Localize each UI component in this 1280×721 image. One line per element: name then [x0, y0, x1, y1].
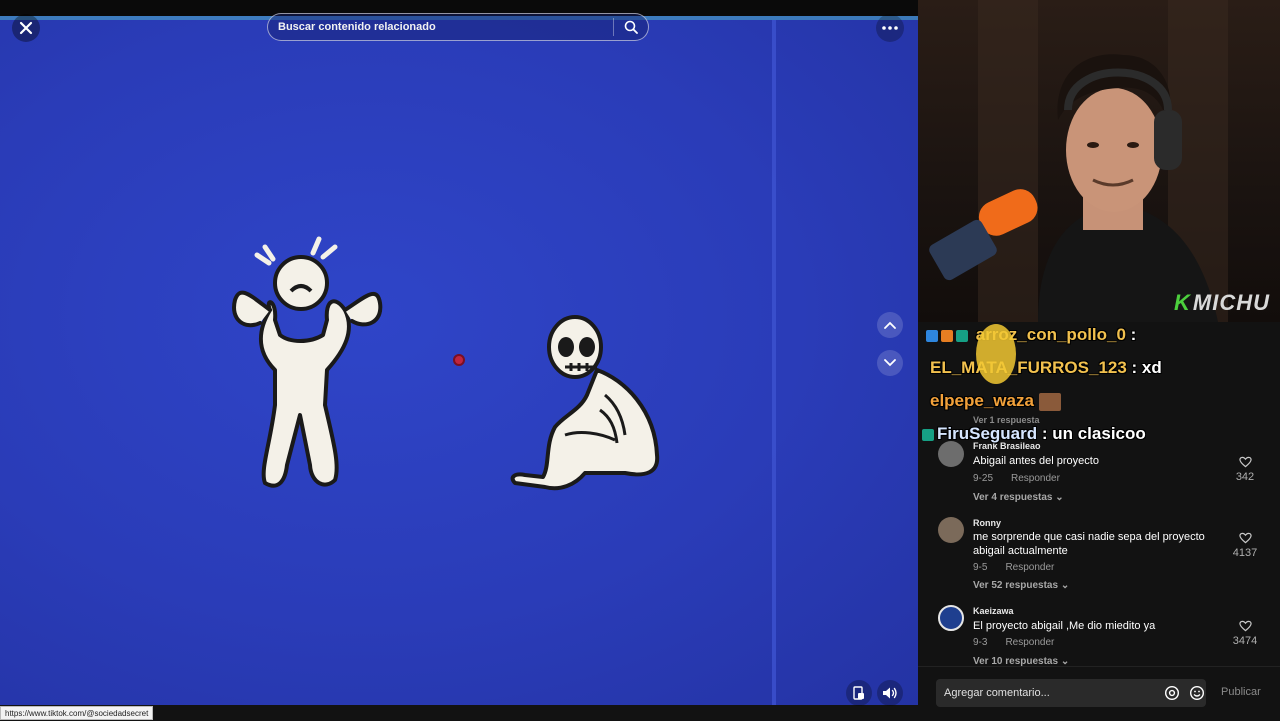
view-replies-link[interactable]: Ver 4 respuestas ⌄: [973, 492, 1064, 503]
status-url-tooltip: https://www.tiktok.com/@sociedadsecret: [0, 706, 154, 720]
chat-message: FiruSeguard : un clasicoo: [922, 424, 1146, 444]
video-glitch-column: [772, 20, 776, 705]
streamer-figure: [929, 54, 1218, 322]
search-input[interactable]: [268, 20, 613, 34]
reply-button[interactable]: Responder: [1005, 637, 1054, 648]
emoji-emote-icon: [976, 324, 1016, 384]
volume-button[interactable]: [877, 680, 903, 706]
chat-text: un clasicoo: [1047, 424, 1146, 443]
publish-button[interactable]: Publicar: [1221, 686, 1261, 698]
close-icon: [19, 21, 33, 35]
view-replies-label: Ver 4 respuestas: [973, 492, 1053, 503]
avatar[interactable]: [938, 605, 964, 631]
chat-separator: :: [1037, 424, 1048, 443]
comment-meta: 9-5 Responder: [973, 562, 1072, 573]
video-player[interactable]: [0, 0, 918, 705]
next-video-button[interactable]: [877, 350, 903, 376]
search-button[interactable]: [614, 13, 648, 41]
comment-text: me sorprende que casi nadie sepa del pro…: [973, 531, 1205, 557]
chat-separator: :: [1126, 358, 1138, 377]
more-options-button[interactable]: [876, 14, 904, 42]
chat-separator: :: [1125, 325, 1137, 344]
view-replies-link[interactable]: Ver 52 respuestas ⌄: [973, 580, 1069, 591]
heart-icon: [1238, 532, 1252, 544]
chat-message: EL_MATA_FURROS_123 : xd: [930, 358, 1162, 378]
previous-video-button[interactable]: [877, 312, 903, 338]
close-button[interactable]: [12, 14, 40, 42]
comment-composer: Publicar: [918, 666, 1280, 721]
webcam-overlay: KMICHU: [918, 0, 1280, 322]
comment-meta: 9-25 Responder: [973, 473, 1078, 484]
emoji-icon[interactable]: [1189, 685, 1205, 701]
avatar[interactable]: [938, 441, 964, 467]
chat-badge-icon: [941, 329, 953, 342]
chat-badge-icon: [926, 329, 938, 342]
comment-username[interactable]: Kaeizawa: [973, 606, 1014, 616]
chat-username: EL_MATA_FURROS_123: [930, 358, 1127, 377]
scared-figure-illustration: [232, 236, 383, 488]
like-button[interactable]: 3474: [1230, 620, 1260, 647]
search-icon: [624, 20, 638, 34]
comment-text: El proyecto abigail ,Me dio miedito ya: [973, 620, 1156, 632]
reply-button[interactable]: Responder: [1005, 562, 1054, 573]
streamer-logo: KMICHU: [1174, 290, 1270, 316]
mouse-cursor-marker: [453, 354, 465, 366]
reply-button[interactable]: Responder: [1011, 473, 1060, 484]
skeleton-illustration: [510, 315, 660, 491]
like-button[interactable]: 4137: [1230, 532, 1260, 559]
comment-username[interactable]: Ronny: [973, 518, 1001, 528]
volume-icon: [883, 687, 897, 699]
chat-message: elpepe_waza: [930, 391, 1064, 411]
more-dots-icon: [882, 26, 898, 30]
like-count: 4137: [1232, 547, 1258, 559]
chevron-down-icon: [884, 359, 896, 367]
like-count: 3474: [1232, 635, 1258, 647]
floating-player-button[interactable]: [846, 680, 872, 706]
comment-meta: 9-3 Responder: [973, 637, 1072, 648]
chat-badge-icon: [956, 329, 968, 342]
chat-username: elpepe_waza: [930, 391, 1034, 410]
chat-message: arroz_con_pollo_0 :: [926, 325, 1136, 345]
heart-icon: [1238, 620, 1252, 632]
heart-icon: [1238, 456, 1252, 468]
view-replies-label: Ver 52 respuestas: [973, 580, 1059, 591]
like-button[interactable]: 342: [1230, 456, 1260, 483]
logo-text: MICHU: [1192, 290, 1270, 315]
like-count: 342: [1235, 471, 1255, 483]
floating-player-icon: [853, 686, 864, 700]
comment-date: 9-25: [973, 473, 994, 484]
chat-badge-icon: [922, 428, 934, 441]
chat-text: xd: [1137, 358, 1162, 377]
search-bar[interactable]: [267, 13, 649, 41]
logo-k-mark: K: [1174, 290, 1191, 315]
avatar[interactable]: [938, 517, 964, 543]
mention-icon[interactable]: [1164, 685, 1180, 701]
chevron-up-icon: [884, 321, 896, 329]
chat-username: FiruSeguard: [937, 424, 1038, 443]
comment-text: Abigail antes del proyecto: [973, 455, 1099, 467]
comment-date: 9-3: [973, 637, 988, 648]
comment-date: 9-5: [973, 562, 988, 573]
chat-emote-icon: [1038, 392, 1061, 411]
